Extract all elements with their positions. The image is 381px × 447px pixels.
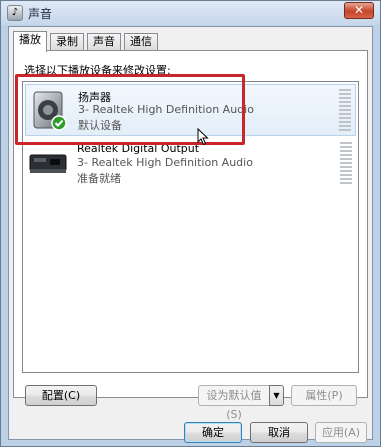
device-status: 准备就绪	[77, 172, 121, 185]
tab-communications[interactable]: 通信	[124, 33, 158, 50]
digital-output-icon	[29, 154, 67, 173]
volume-meter	[340, 142, 352, 186]
device-subtitle: 3- Realtek High Definition Audio	[77, 156, 253, 169]
sound-dialog: ♪ 声音 ✕ 播放 录制 声音 通信 选择以下播放设备来修改设置: 扬声器 3-…	[0, 0, 381, 447]
cancel-button[interactable]: 取消	[250, 422, 308, 443]
set-default-button[interactable]: 设为默认值(S)	[198, 385, 270, 421]
volume-meter	[339, 89, 351, 133]
mouse-cursor-icon	[197, 128, 209, 146]
device-item-digital-output[interactable]: Realtek Digital Output 3- Realtek High D…	[25, 138, 356, 190]
tab-playback[interactable]: 播放	[13, 31, 47, 52]
apply-button[interactable]: 应用(A)	[315, 422, 367, 443]
window-title: 声音	[28, 7, 53, 21]
properties-button[interactable]: 属性(P)	[291, 385, 357, 406]
close-button[interactable]: ✕	[344, 2, 374, 19]
ok-button[interactable]: 确定	[184, 422, 242, 443]
tab-recording[interactable]: 录制	[50, 33, 84, 50]
configure-button[interactable]: 配置(C)	[25, 385, 97, 406]
title-bar[interactable]: ♪ 声音 ✕	[1, 1, 380, 25]
chevron-down-icon[interactable]: ▼	[269, 385, 284, 406]
speaker-icon: ♪	[7, 5, 23, 21]
tab-sounds[interactable]: 声音	[87, 33, 121, 50]
